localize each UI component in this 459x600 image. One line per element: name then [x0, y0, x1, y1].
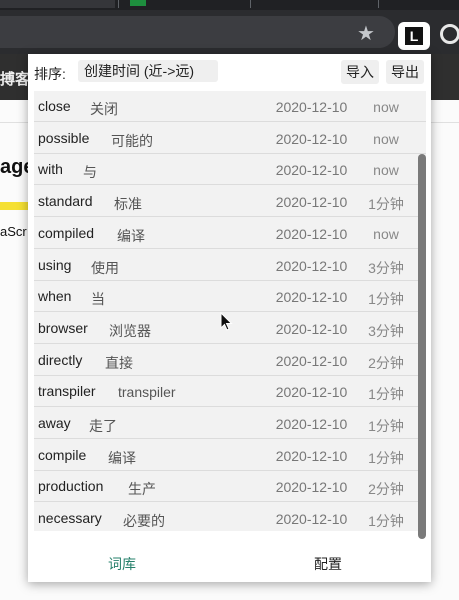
word-relative-time: 2分钟	[368, 481, 404, 498]
word-row[interactable]: standard 标准 2020-12-10 1分钟	[34, 186, 426, 218]
word-relative-time: 1分钟	[368, 386, 404, 403]
word-meaning: 生产	[128, 481, 156, 498]
address-bar[interactable]	[0, 16, 395, 48]
word-date: 2020-12-10	[275, 194, 348, 211]
tab-favicon	[130, 0, 146, 6]
word-date: 2020-12-10	[275, 352, 348, 369]
word-date: 2020-12-10	[275, 225, 348, 242]
word-relative-time: now	[373, 99, 399, 115]
word-relative-time: 1分钟	[368, 449, 404, 466]
word-text: necessary	[38, 510, 102, 527]
word-meaning: 直接	[105, 354, 133, 371]
word-text: directly	[38, 351, 83, 368]
word-text: close	[38, 98, 71, 114]
browser-tab-strip	[0, 0, 459, 10]
word-row[interactable]: using 使用 2020-12-10 3分钟	[34, 250, 426, 281]
extension-button[interactable]: L	[398, 22, 430, 50]
word-meaning: 浏览器	[109, 322, 151, 339]
word-text: compiled	[38, 224, 95, 241]
word-meaning: transpiler	[118, 384, 176, 401]
footer-tabs: 词库 配置	[28, 541, 431, 582]
mouse-cursor-icon	[220, 312, 233, 331]
extension-circle-icon[interactable]	[440, 24, 459, 44]
word-row[interactable]: away 走了 2020-12-10 1分钟	[34, 408, 426, 439]
export-button[interactable]: 导出	[386, 60, 424, 84]
word-row[interactable]: directly 直接 2020-12-10 2分钟	[34, 345, 426, 376]
word-text: standard	[38, 193, 93, 210]
word-meaning: 使用	[91, 259, 119, 276]
sort-select[interactable]: 创建时间 (近->远)	[78, 60, 218, 82]
word-meaning: 关闭	[90, 101, 118, 117]
tab-settings[interactable]: 配置	[314, 554, 342, 574]
word-relative-time: now	[373, 130, 399, 147]
word-list: close 关闭 2020-12-10 now possible 可能的 2020-12-1…	[34, 91, 426, 531]
word-row[interactable]: possible 可能的 2020-12-10 now	[34, 123, 426, 154]
word-row[interactable]: compile 编译 2020-12-10 1分钟	[34, 440, 426, 471]
word-relative-time: 3分钟	[368, 259, 404, 276]
word-relative-time: 1分钟	[368, 291, 404, 308]
tab-vocabulary[interactable]: 词库	[108, 554, 136, 574]
word-date: 2020-12-10	[275, 99, 348, 115]
sort-label: 排序:	[34, 66, 66, 82]
browser-tab[interactable]	[0, 0, 115, 8]
extension-logo-icon: L	[405, 27, 423, 45]
word-meaning: 当	[91, 291, 105, 308]
word-relative-time: now	[373, 162, 399, 179]
background-text: aScr	[0, 224, 27, 239]
word-relative-time: now	[373, 225, 399, 242]
word-relative-time: 1分钟	[368, 513, 404, 530]
word-date: 2020-12-10	[275, 162, 348, 179]
word-relative-time: 1分钟	[368, 418, 404, 434]
word-row[interactable]: with 与 2020-12-10 now	[34, 154, 426, 186]
sort-bar: 排序: 创建时间 (近->远) 导入 导出	[28, 54, 431, 90]
word-meaning: 编译	[117, 227, 145, 244]
word-row[interactable]: production 生产 2020-12-10 2分钟	[34, 471, 426, 503]
word-text: with	[38, 161, 63, 178]
word-date: 2020-12-10	[275, 384, 348, 401]
word-text: compile	[38, 446, 87, 463]
word-relative-time: 1分钟	[368, 196, 404, 213]
word-row[interactable]: when 当 2020-12-10 1分钟	[34, 281, 426, 313]
word-row[interactable]: necessary 必要的 2020-12-10 1分钟	[34, 503, 426, 531]
word-text: transpiler	[38, 383, 96, 400]
tab-separator	[250, 0, 251, 8]
tab-separator	[378, 0, 379, 8]
word-row[interactable]: close 关闭 2020-12-10 now	[34, 91, 426, 122]
word-meaning: 可能的	[111, 132, 153, 149]
word-text: away	[38, 415, 71, 431]
word-date: 2020-12-10	[275, 289, 348, 306]
word-text: possible	[38, 129, 90, 146]
word-text: using	[38, 256, 72, 273]
tab-separator	[118, 0, 119, 8]
word-row[interactable]: transpiler transpiler 2020-12-10 1分钟	[34, 376, 426, 408]
word-meaning: 与	[83, 164, 97, 181]
word-date: 2020-12-10	[275, 479, 348, 496]
word-meaning: 走了	[89, 418, 117, 434]
background-nav-text: 搏客	[0, 71, 31, 88]
word-date: 2020-12-10	[275, 257, 348, 274]
word-relative-time: 2分钟	[368, 354, 404, 371]
word-meaning: 标准	[114, 196, 142, 213]
word-date: 2020-12-10	[275, 320, 348, 337]
word-meaning: 必要的	[123, 513, 165, 530]
import-button[interactable]: 导入	[341, 60, 379, 84]
word-relative-time: 3分钟	[368, 322, 404, 339]
word-row[interactable]: compiled 编译 2020-12-10 now	[34, 218, 426, 249]
word-date: 2020-12-10	[275, 130, 348, 147]
word-text: browser	[38, 319, 88, 336]
word-date: 2020-12-10	[275, 416, 348, 432]
browser-toolbar: ★ L	[0, 10, 459, 54]
star-icon[interactable]: ★	[355, 23, 377, 45]
scrollbar-thumb[interactable]	[418, 154, 426, 539]
word-text: production	[38, 478, 104, 495]
word-meaning: 编译	[108, 449, 136, 466]
word-date: 2020-12-10	[275, 447, 348, 464]
word-date: 2020-12-10	[275, 511, 348, 528]
word-text: when	[38, 288, 72, 305]
